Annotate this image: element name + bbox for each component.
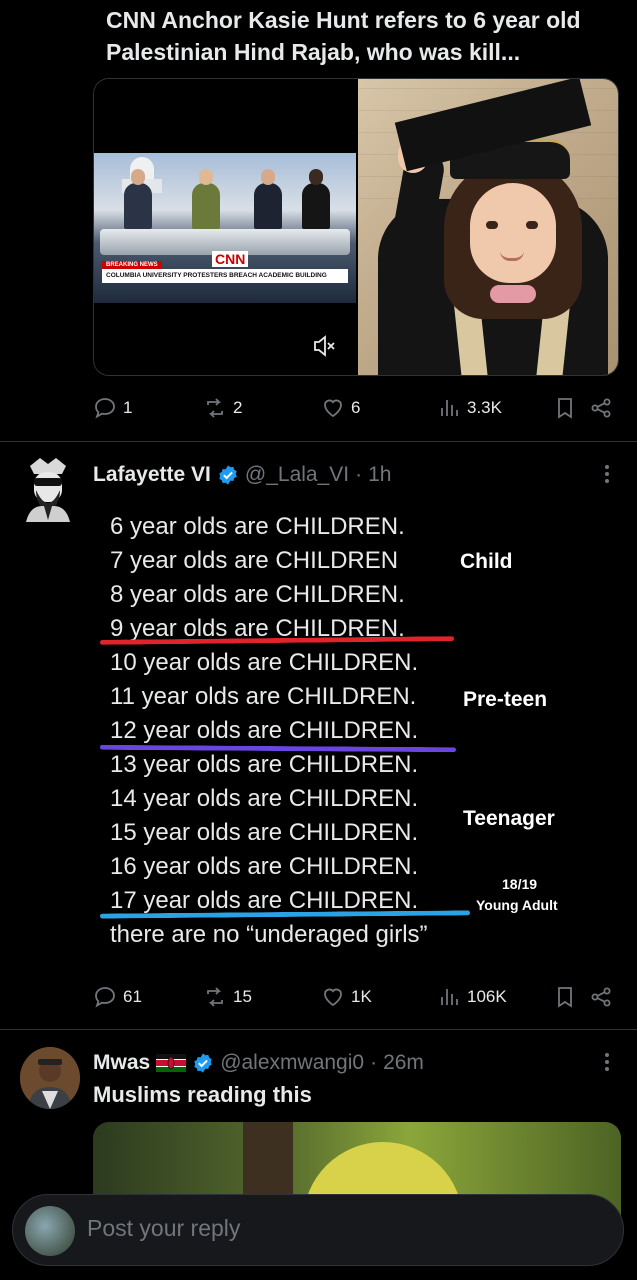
list-line: 14 year olds are CHILDREN. xyxy=(110,785,419,812)
young-adult-label: Young Adult xyxy=(476,897,558,913)
more-options-icon[interactable] xyxy=(597,1050,617,1074)
reply-button[interactable]: 61 xyxy=(93,983,142,1011)
reply-author-line: Mwas @alexmwangi0 · 26m xyxy=(93,1049,424,1077)
repost-icon xyxy=(207,987,223,1007)
reply-input-placeholder[interactable]: Post your reply xyxy=(87,1215,240,1242)
reply-button[interactable]: 1 xyxy=(93,394,132,422)
anchor-figure xyxy=(124,169,152,229)
view-count: 106K xyxy=(467,987,507,1006)
news-chyron: COLUMBIA UNIVERSITY PROTESTERS BREACH AC… xyxy=(102,269,348,283)
repost-count: 15 xyxy=(233,987,252,1006)
post-time[interactable]: 1h xyxy=(368,463,391,487)
like-button[interactable]: 6 xyxy=(321,394,360,422)
media-grid[interactable]: CNN BREAKING NEWS COLUMBIA UNIVERSITY PR… xyxy=(93,78,619,376)
list-line: 12 year olds are CHILDREN. xyxy=(110,717,419,744)
display-name[interactable]: Mwas xyxy=(93,1051,150,1075)
divider xyxy=(0,1029,637,1030)
teenager-label: Teenager xyxy=(463,807,555,830)
bookmark-button[interactable] xyxy=(553,394,577,422)
anchor-figure xyxy=(254,169,282,229)
views-chart-icon xyxy=(441,400,458,416)
tweet-image-text-list: 6 year olds are CHILDREN. 7 year olds ar… xyxy=(110,510,428,952)
view-count: 3.3K xyxy=(467,398,502,417)
display-name[interactable]: Lafayette VI xyxy=(93,463,211,487)
share-icon xyxy=(591,398,611,418)
list-line: 7 year olds are CHILDREN xyxy=(110,547,399,574)
like-count: 6 xyxy=(351,398,361,417)
list-line: 11 year olds are CHILDREN. xyxy=(110,683,417,710)
preteen-label: Pre-teen xyxy=(463,688,548,711)
girl-graduation-photo[interactable] xyxy=(358,79,618,375)
list-line: 6 year olds are CHILDREN. xyxy=(110,513,405,540)
share-icon xyxy=(591,987,611,1007)
list-line: 13 year olds are CHILDREN. xyxy=(110,751,419,778)
reply-composer[interactable]: Post your reply xyxy=(12,1194,624,1266)
anchor-figure xyxy=(192,169,220,229)
user-avatar[interactable] xyxy=(22,456,74,522)
user-avatar[interactable] xyxy=(20,1047,80,1109)
views-chart-icon xyxy=(441,989,458,1005)
reply-count: 1 xyxy=(123,398,133,417)
quoted-action-bar: 1 2 6 3.3K xyxy=(93,394,621,422)
dot-separator: · xyxy=(355,463,363,486)
list-line: 15 year olds are CHILDREN. xyxy=(110,819,419,846)
list-line: 16 year olds are CHILDREN. xyxy=(110,853,419,880)
post-time[interactable]: 26m xyxy=(383,1051,424,1075)
tweet-action-bar: 61 15 1K 106K xyxy=(93,983,621,1011)
verified-badge-icon xyxy=(219,465,237,485)
reply-text: Muslims reading this xyxy=(93,1082,312,1107)
views-button[interactable]: 106K xyxy=(437,983,507,1011)
share-button[interactable] xyxy=(589,983,613,1011)
cnn-logo: CNN xyxy=(212,251,249,267)
share-button[interactable] xyxy=(589,394,613,422)
person-avatar-icon xyxy=(20,1047,80,1109)
like-button[interactable]: 1K xyxy=(321,983,372,1011)
list-line: 8 year olds are CHILDREN. xyxy=(110,581,405,608)
list-line: 10 year olds are CHILDREN. xyxy=(110,649,419,676)
muted-speaker-icon[interactable] xyxy=(312,335,336,357)
repost-icon xyxy=(207,398,223,418)
repost-button[interactable]: 15 xyxy=(203,983,252,1011)
dot-separator: · xyxy=(370,1051,378,1074)
reply-icon xyxy=(95,987,115,1008)
kenya-flag-icon xyxy=(156,1054,187,1072)
repost-button[interactable]: 2 xyxy=(203,394,242,422)
young-adult-age-label: 18/19 xyxy=(502,876,538,892)
heart-icon xyxy=(324,988,342,1007)
child-label: Child xyxy=(460,550,513,573)
news-studio-frame: CNN BREAKING NEWS COLUMBIA UNIVERSITY PR… xyxy=(94,153,356,303)
verified-badge-icon xyxy=(194,1053,212,1073)
views-button[interactable]: 3.3K xyxy=(437,394,502,422)
reply-icon xyxy=(95,398,115,419)
news-video-thumbnail[interactable]: CNN BREAKING NEWS COLUMBIA UNIVERSITY PR… xyxy=(94,79,356,375)
repost-count: 2 xyxy=(233,398,243,417)
breaking-news-label: BREAKING NEWS xyxy=(102,261,162,269)
user-handle[interactable]: @_Lala_VI xyxy=(245,463,349,487)
anchor-figure xyxy=(302,169,330,229)
divider xyxy=(0,441,637,442)
heart-icon xyxy=(324,399,342,418)
user-handle[interactable]: @alexmwangi0 xyxy=(220,1051,364,1075)
like-count: 1K xyxy=(351,987,372,1006)
bookmark-icon xyxy=(558,987,572,1008)
reply-count: 61 xyxy=(123,987,142,1006)
bookmark-button[interactable] xyxy=(553,983,577,1011)
more-options-icon[interactable] xyxy=(597,462,617,486)
tweet-author-line: Lafayette VI @_Lala_VI · 1h xyxy=(93,461,391,489)
bookmark-icon xyxy=(558,398,572,419)
list-line: there are no “underaged girls” xyxy=(110,921,428,948)
own-avatar xyxy=(25,1206,75,1256)
card-headline[interactable]: CNN Anchor Kasie Hunt refers to 6 year o… xyxy=(106,4,616,68)
